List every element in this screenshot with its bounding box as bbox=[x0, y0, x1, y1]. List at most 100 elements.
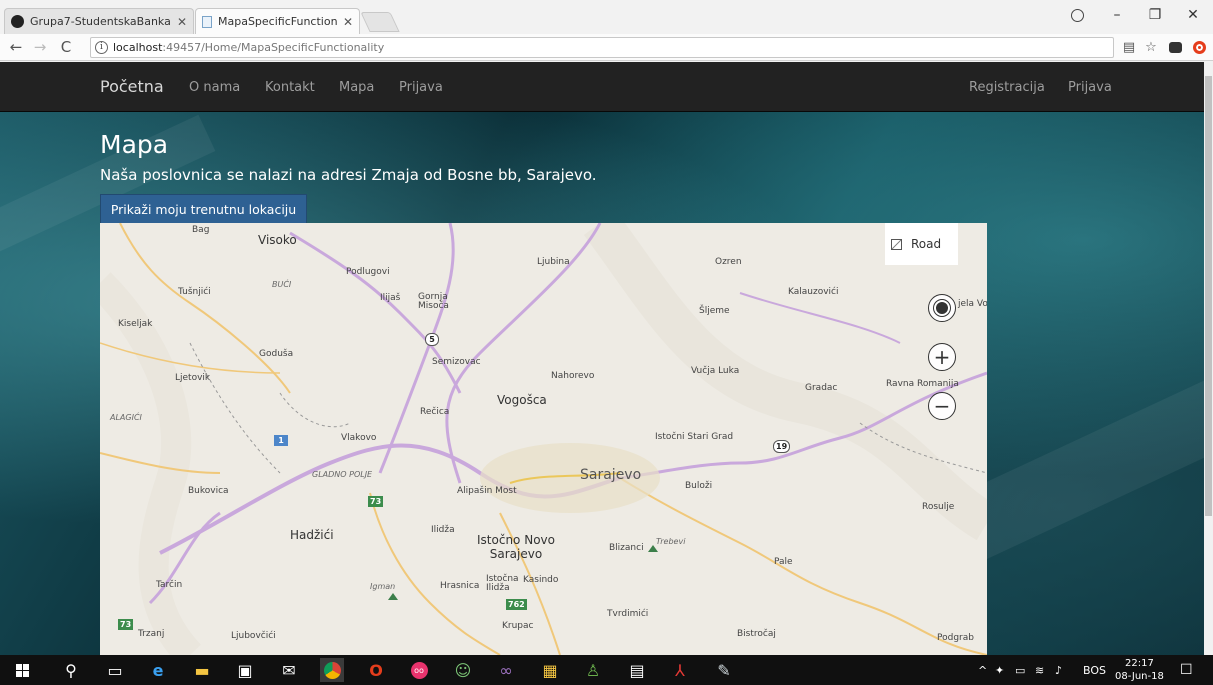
locate-icon[interactable] bbox=[928, 294, 956, 322]
road-shield: 73 bbox=[118, 619, 134, 630]
map-label: jela Vo bbox=[958, 299, 987, 309]
map-label: Vogošca bbox=[497, 393, 547, 407]
map-label: Semizovac bbox=[432, 357, 481, 367]
chrome-icon[interactable] bbox=[320, 658, 344, 682]
windows-taskbar: ⚲ ▭ e ▬ ▣ ✉ O oo ☺ ∞ ▦ ♙ ▤ ⅄ ✎ ^ ✦ ▭ ≋ ♪… bbox=[0, 655, 1213, 685]
map-type-selector[interactable]: Road bbox=[885, 223, 958, 265]
nav-link-prijava-right[interactable]: Prijava bbox=[1068, 80, 1112, 95]
map-label: Ozren bbox=[715, 257, 742, 267]
zoom-in-button[interactable]: + bbox=[928, 343, 956, 371]
app-icon-sheep[interactable]: ☺ bbox=[451, 658, 475, 682]
clock-time: 22:17 bbox=[1125, 658, 1154, 669]
map-label: Istočno Novo Sarajevo bbox=[477, 533, 555, 561]
close-window-icon[interactable]: ✕ bbox=[1176, 0, 1210, 30]
volume-icon[interactable]: ♪ bbox=[1055, 655, 1062, 685]
forward-icon[interactable]: → bbox=[30, 37, 50, 57]
road-shield: 19 bbox=[773, 440, 791, 453]
new-tab-button[interactable] bbox=[360, 12, 400, 32]
show-location-button[interactable]: Prikaži moju trenutnu lokaciju bbox=[100, 194, 307, 224]
nav-link-o-nama[interactable]: O nama bbox=[189, 80, 240, 95]
map-type-icon bbox=[891, 238, 902, 250]
nav-link-kontakt[interactable]: Kontakt bbox=[265, 80, 315, 95]
task-view-icon[interactable]: ▭ bbox=[103, 658, 127, 682]
app-icon-oo[interactable]: oo bbox=[407, 658, 431, 682]
info-icon[interactable]: i bbox=[95, 41, 108, 54]
browser-tab-bar: Grupa7-StudentskaBanka ✕ MapaSpecificFun… bbox=[0, 0, 1213, 34]
back-icon[interactable]: ← bbox=[6, 37, 26, 57]
tab-title: MapaSpecificFunctionalit bbox=[218, 15, 337, 28]
map-label: Kasindo bbox=[523, 575, 559, 585]
map-label: Bag bbox=[192, 225, 210, 235]
acrobat-icon[interactable]: ⅄ bbox=[668, 658, 692, 682]
tab-mapa[interactable]: MapaSpecificFunctionalit ✕ bbox=[195, 8, 360, 34]
map-label: Buloži bbox=[685, 481, 713, 491]
restore-icon[interactable]: ❐ bbox=[1138, 0, 1172, 30]
opera-icon[interactable]: O bbox=[364, 658, 388, 682]
close-icon[interactable]: ✕ bbox=[343, 15, 353, 29]
store-icon[interactable]: ▣ bbox=[233, 658, 257, 682]
notepad-icon[interactable]: ▤ bbox=[625, 658, 649, 682]
reload-icon[interactable]: C bbox=[56, 37, 76, 57]
page-title: Mapa bbox=[100, 130, 169, 159]
map-label: ALAGIĆI bbox=[110, 413, 142, 422]
map-label: Visoko bbox=[258, 233, 297, 247]
tab-title: Grupa7-StudentskaBanka bbox=[30, 15, 171, 28]
github-icon bbox=[11, 15, 24, 28]
visual-studio-icon[interactable]: ∞ bbox=[494, 658, 518, 682]
profile-icon[interactable] bbox=[1060, 0, 1094, 30]
translate-icon[interactable]: ▤ bbox=[1120, 38, 1138, 56]
map-label: Hrasnica bbox=[440, 581, 480, 591]
search-icon[interactable]: ⚲ bbox=[59, 658, 83, 682]
opera-extension-icon[interactable] bbox=[1190, 38, 1208, 56]
file-explorer-icon[interactable]: ▬ bbox=[190, 658, 214, 682]
app-icon-green[interactable]: ♙ bbox=[581, 658, 605, 682]
extension-icon[interactable] bbox=[1166, 38, 1184, 56]
network-icon[interactable]: ▭ bbox=[1015, 655, 1025, 685]
tab-grupa7[interactable]: Grupa7-StudentskaBanka ✕ bbox=[4, 8, 194, 34]
wifi-icon[interactable]: ≋ bbox=[1035, 655, 1044, 685]
map-label: Tvrdimići bbox=[607, 609, 649, 619]
map-label: Blizanci bbox=[609, 543, 644, 553]
paint-icon[interactable]: ✎ bbox=[712, 658, 736, 682]
map-canvas[interactable]: Bag Visoko Ljubina Ozren Podlugovi BUĆI … bbox=[100, 223, 987, 655]
mountain-icon bbox=[388, 593, 398, 600]
minimize-icon[interactable]: – bbox=[1100, 0, 1134, 30]
map-label: Istočna Ilidža bbox=[486, 574, 519, 593]
map-label: Ilidža bbox=[431, 525, 455, 535]
map-label: Šljeme bbox=[699, 306, 730, 316]
close-icon[interactable]: ✕ bbox=[177, 15, 187, 29]
map-label: Trebevi bbox=[656, 537, 686, 546]
page-scrollbar[interactable] bbox=[1204, 62, 1213, 655]
nav-link-mapa[interactable]: Mapa bbox=[339, 80, 374, 95]
map-label: Trzanj bbox=[138, 629, 165, 639]
windows-start-icon[interactable] bbox=[10, 658, 34, 682]
map-roads bbox=[100, 223, 987, 655]
notifications-icon[interactable]: ☐ bbox=[1180, 655, 1193, 685]
map-label: Nahorevo bbox=[551, 371, 595, 381]
tray-app-icon[interactable]: ✦ bbox=[995, 655, 1004, 685]
clock-date: 08-Jun-18 bbox=[1115, 671, 1164, 682]
map-label: Tarčin bbox=[156, 580, 183, 590]
tray-chevron-icon[interactable]: ^ bbox=[978, 655, 987, 685]
mail-icon[interactable]: ✉ bbox=[277, 658, 301, 682]
system-clock[interactable]: 22:17 08-Jun-18 bbox=[1115, 657, 1164, 683]
map-label-sarajevo: Sarajevo bbox=[580, 467, 642, 483]
url-input[interactable]: i localhost:49457/Home/MapaSpecificFunct… bbox=[90, 37, 1114, 58]
nav-link-prijava[interactable]: Prijava bbox=[399, 80, 443, 95]
map-label: Ilijaš bbox=[380, 293, 401, 303]
language-indicator[interactable]: BOS bbox=[1083, 655, 1106, 685]
zoom-out-button[interactable]: − bbox=[928, 392, 956, 420]
map-label: Podlugovi bbox=[346, 267, 390, 277]
map-label: Kalauzovići bbox=[788, 287, 839, 297]
edge-icon[interactable]: e bbox=[146, 658, 170, 682]
map-label: Ljubina bbox=[537, 257, 570, 267]
scrollbar-thumb[interactable] bbox=[1205, 76, 1212, 516]
app-icon-tools[interactable]: ▦ bbox=[538, 658, 562, 682]
nav-link-registracija[interactable]: Registracija bbox=[969, 80, 1045, 95]
map-label: Podgrab bbox=[937, 633, 974, 643]
nav-brand[interactable]: Početna bbox=[100, 77, 164, 96]
map-type-label: Road bbox=[911, 237, 942, 251]
map-label: Igman bbox=[370, 582, 396, 591]
bookmark-star-icon[interactable]: ☆ bbox=[1142, 38, 1160, 56]
map-label: Bukovica bbox=[188, 486, 229, 496]
